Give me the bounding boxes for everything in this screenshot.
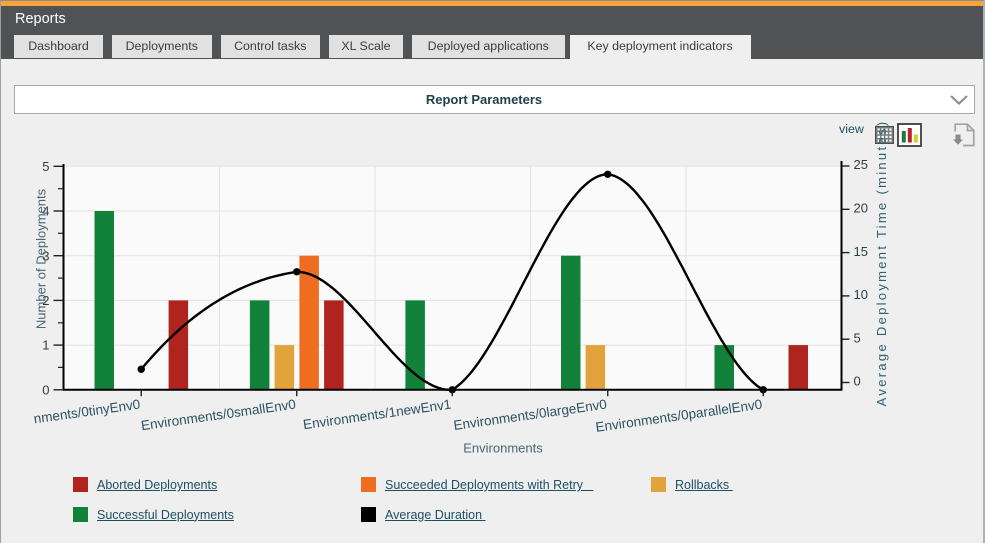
svg-text:0: 0 — [854, 374, 861, 389]
svg-text:Environments: Environments — [463, 441, 543, 456]
svg-text:25: 25 — [854, 157, 868, 172]
svg-text:5: 5 — [42, 159, 49, 174]
svg-text:5: 5 — [854, 330, 861, 345]
svg-text:0: 0 — [42, 382, 49, 397]
svg-text:Average Deployment Time (minut: Average Deployment Time (minutes) — [874, 120, 889, 407]
svg-text:Number of Deployments: Number of Deployments — [34, 188, 49, 329]
svg-text:Environments/0smallEnv0: Environments/0smallEnv0 — [140, 397, 297, 434]
svg-text:1: 1 — [42, 338, 49, 353]
svg-text:Environments/1newEnv1: Environments/1newEnv1 — [302, 397, 452, 433]
svg-text:15: 15 — [854, 244, 868, 259]
svg-text:Environments/0largeEnv0: Environments/0largeEnv0 — [453, 397, 608, 433]
svg-text:10: 10 — [854, 287, 868, 302]
svg-text:20: 20 — [854, 201, 868, 216]
svg-text:Environments/0parallelEnv0: Environments/0parallelEnv0 — [595, 397, 764, 435]
svg-text:nments/0tinyEnv0: nments/0tinyEnv0 — [33, 397, 141, 427]
